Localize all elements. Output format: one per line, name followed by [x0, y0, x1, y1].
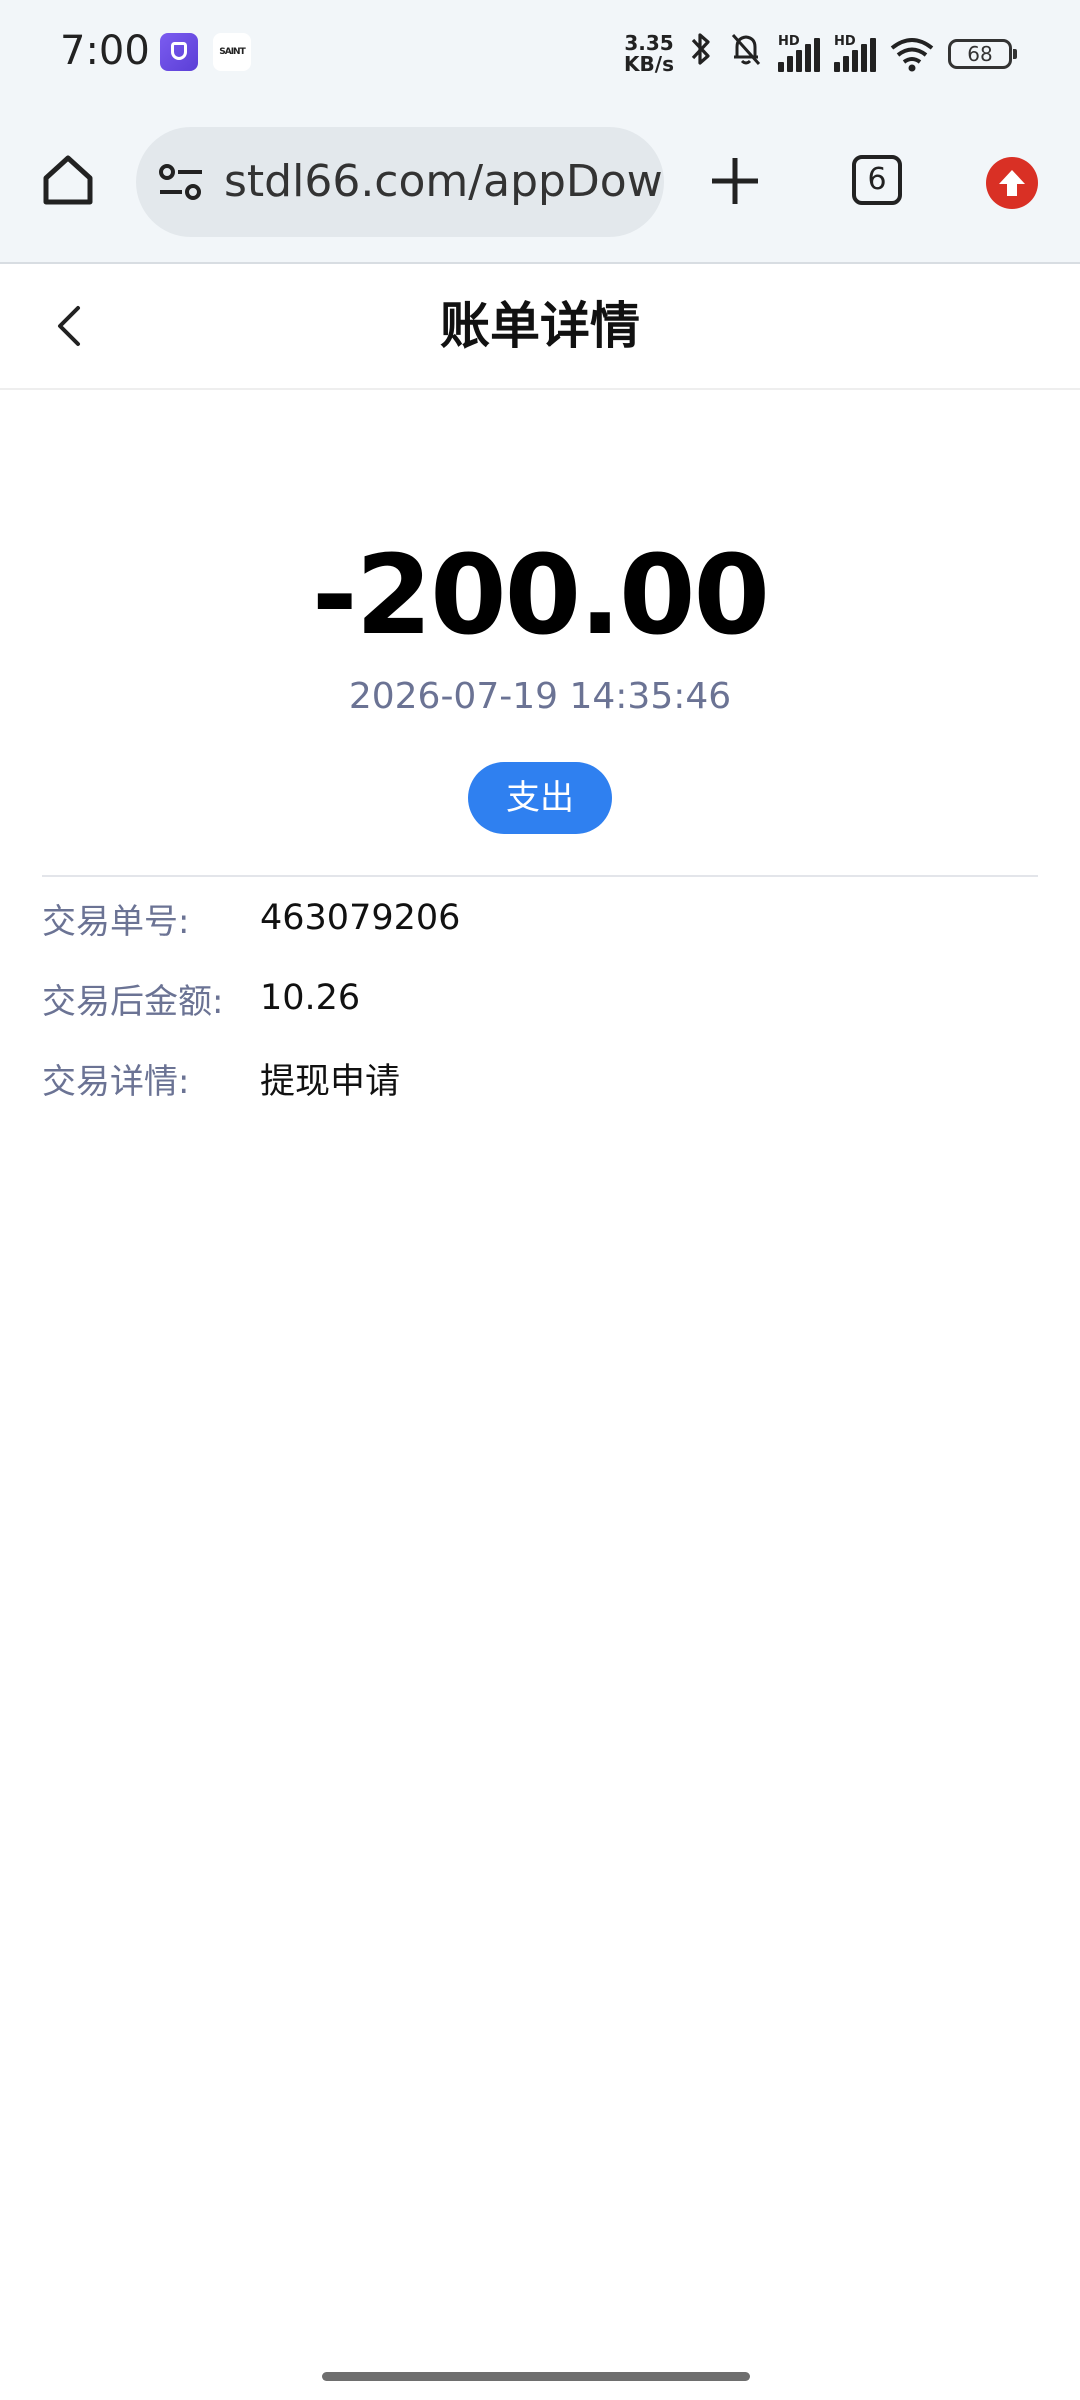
battery-icon: 68 — [948, 38, 1017, 69]
detail-label: 交易详情: — [42, 1061, 190, 1102]
detail-value: 10.26 — [260, 978, 361, 1018]
plus-icon — [712, 158, 758, 204]
new-tab-button[interactable] — [708, 154, 762, 208]
transaction-datetime: 2026-07-19 14:35:46 — [348, 676, 732, 717]
arrow-up-icon — [999, 170, 1025, 196]
home-icon — [43, 155, 93, 205]
transaction-type-badge: 支出 — [468, 762, 612, 834]
wifi-icon — [890, 36, 934, 72]
vpn-shield-app-icon — [160, 33, 198, 71]
back-button[interactable] — [48, 300, 92, 352]
mute-bell-icon — [728, 30, 764, 77]
detail-value: 463079206 — [260, 898, 461, 938]
network-speed-value: 3.35 — [624, 30, 674, 55]
detail-row-transaction-description: 交易详情: 提现申请 — [42, 1048, 1038, 1108]
hd-label: HD — [778, 33, 800, 49]
app-header: 账单详情 — [0, 264, 1080, 390]
bluetooth-icon — [688, 30, 714, 77]
detail-row-transaction-id: 交易单号: 463079206 — [42, 888, 1038, 948]
detail-label: 交易后金额: — [42, 981, 224, 1022]
detail-label: 交易单号: — [42, 901, 190, 942]
details-divider — [42, 875, 1038, 877]
update-button[interactable] — [986, 157, 1038, 209]
detail-row-balance-after: 交易后金额: 10.26 — [42, 968, 1038, 1028]
page-title: 账单详情 — [440, 297, 640, 355]
detail-value: 提现申请 — [260, 1061, 401, 1102]
network-speed-unit: KB/s — [624, 51, 674, 76]
transaction-amount: -200.00 — [311, 531, 770, 659]
signal-strength-icon-sim2: HD — [834, 33, 876, 72]
address-bar[interactable]: stdl66.com/appDownl — [136, 127, 664, 237]
status-indicators: 3.35 KB/s HD HD 68 — [624, 30, 1017, 77]
browser-chrome: 7:00 SAINT 3.35 KB/s HD HD 68 stdl66.com… — [0, 0, 1080, 263]
status-time: 7:00 — [60, 28, 150, 74]
chevron-left-icon — [58, 306, 80, 346]
home-button[interactable] — [38, 150, 98, 210]
site-settings-icon[interactable] — [158, 162, 204, 202]
tab-switcher-button[interactable]: 6 — [852, 155, 902, 205]
network-speed: 3.35 KB/s — [624, 30, 674, 76]
saint-app-icon: SAINT — [213, 33, 251, 71]
signal-strength-icon-sim1: HD — [778, 33, 820, 72]
url-text[interactable]: stdl66.com/appDownl — [224, 127, 664, 237]
hd-label: HD — [834, 33, 856, 49]
gesture-navigation-bar[interactable] — [322, 2372, 750, 2381]
